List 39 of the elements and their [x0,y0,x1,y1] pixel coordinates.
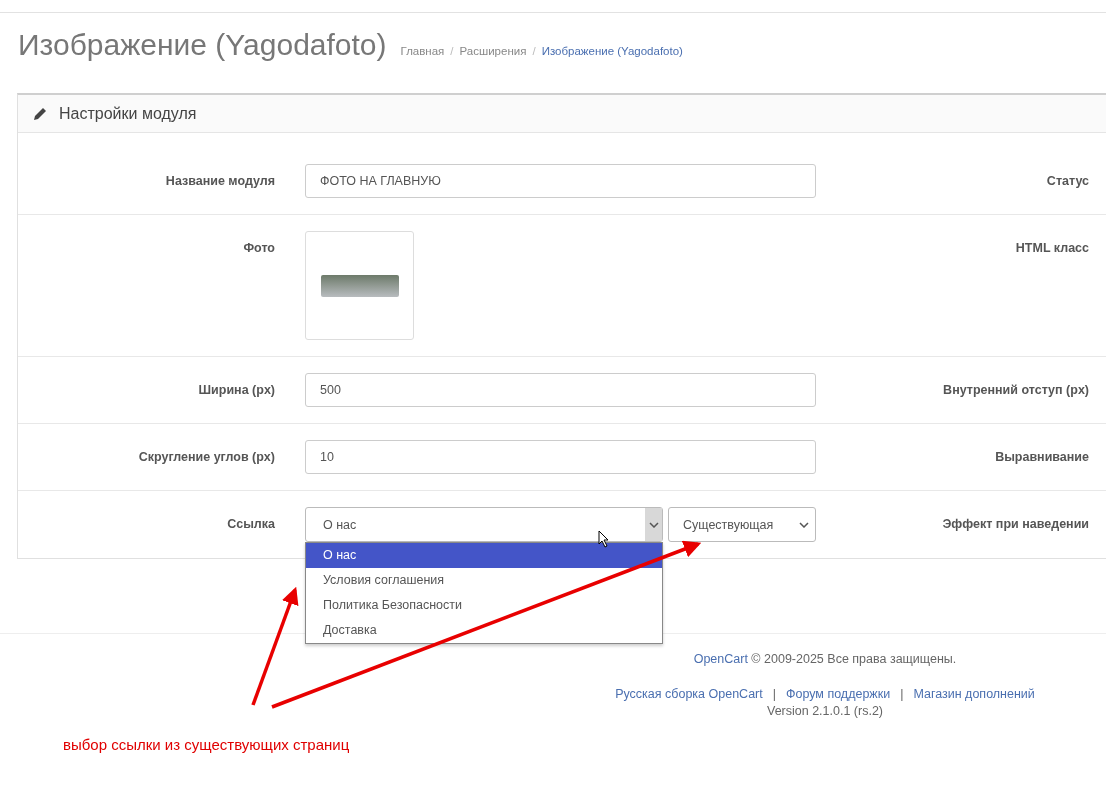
field-label: Название модуля [164,173,275,188]
field-label: Статус [1045,173,1089,188]
link-select[interactable]: О нас [305,507,663,542]
field-label: Внутренний отступ (px) [942,382,1089,397]
breadcrumb-link[interactable]: Главная [400,45,445,57]
annotation-text: выбор ссылки из существующих страниц [63,736,350,753]
field-label: HTML класс [1014,240,1089,255]
text-field[interactable]: ФОТО НА ГЛАВНУЮ [305,164,816,198]
separator-text: | [772,687,776,701]
panel-title: Настройки модуля [59,104,197,123]
copyright-text: © 2009-2025 Все права защищены. [751,652,957,666]
field-label: Ширина (px) [197,382,275,397]
breadcrumb-link[interactable]: Изображение (Yagodafoto) [541,45,683,57]
pencil-icon [33,106,47,121]
footer-link[interactable]: Магазин дополнений [913,687,1035,701]
dropdown-option[interactable]: Условия соглашения [306,568,662,593]
field-label: Скругление углов (px) [137,449,275,464]
footer-link[interactable]: Форум поддержки [785,687,891,701]
chevron-down-icon [799,521,809,528]
dropdown-option[interactable]: Доставка [306,618,662,643]
footer-link[interactable]: Русская сборка OpenCart [615,687,763,701]
field-label: Выравнивание [994,449,1089,464]
dropdown-option[interactable]: О нас [306,543,662,568]
opencart-link[interactable]: OpenCart [693,652,748,666]
image-thumbnail[interactable] [305,231,414,340]
breadcrumb-separator: / [450,45,454,57]
separator-text: | [900,687,904,701]
chevron-down-icon [648,521,659,528]
version-text: Version 2.1.0.1 (rs.2) [767,704,883,718]
breadcrumb-link[interactable]: Расширения [459,45,527,57]
page-title: Изображение (Yagodafoto) [18,28,387,62]
link-type-select[interactable]: Существующая [668,507,816,542]
text-field[interactable]: 500 [305,373,816,407]
field-label: Фото [242,240,275,255]
text-field[interactable]: 10 [305,440,816,474]
field-label: Ссылка [226,516,275,531]
breadcrumb-separator: / [532,45,536,57]
field-label: Эффект при наведении [941,516,1089,531]
dropdown-option[interactable]: Политика Безопасности [306,593,662,618]
